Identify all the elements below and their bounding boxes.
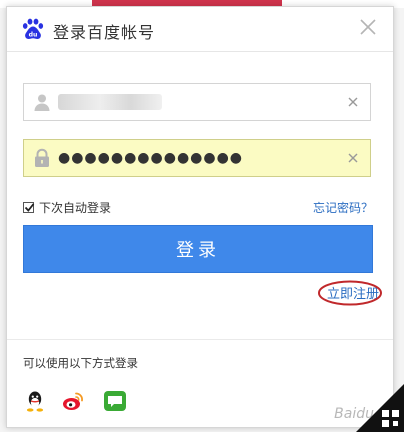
password-field	[23, 139, 371, 177]
svg-text:du: du	[29, 32, 38, 39]
baidu-logo-icon: du	[22, 18, 44, 39]
qq-icon[interactable]	[23, 389, 47, 413]
qr-corner-icon	[356, 384, 404, 432]
forgot-password-link[interactable]: 忘记密码？	[313, 199, 373, 216]
checkmark-icon	[24, 202, 35, 212]
user-icon	[34, 94, 50, 111]
remember-checkbox[interactable]	[23, 201, 35, 213]
clear-password-icon[interactable]	[346, 151, 360, 165]
alt-login-label: 可以使用以下方式登录	[23, 356, 138, 370]
username-field	[23, 83, 371, 121]
wechat-icon[interactable]	[103, 389, 127, 413]
dialog-title: 登录百度帐号	[53, 23, 156, 42]
close-icon[interactable]	[357, 16, 379, 38]
remember-label: 下次自动登录	[39, 200, 112, 215]
lock-icon	[35, 148, 49, 167]
password-input[interactable]	[58, 140, 338, 176]
dialog-header: du 登录百度帐号	[7, 7, 393, 52]
login-button[interactable]: 登录	[23, 225, 373, 273]
register-link[interactable]: 立即注册	[327, 283, 379, 302]
username-input[interactable]	[58, 84, 338, 120]
weibo-icon[interactable]	[61, 389, 85, 413]
section-divider	[7, 339, 393, 340]
login-dialog: du 登录百度帐号 ●●●●●●●●●●●●●● 下次自动登录 忘记密码？ 登录…	[6, 6, 394, 428]
clear-username-icon[interactable]	[346, 95, 360, 109]
remember-me[interactable]: 下次自动登录	[23, 199, 111, 215]
